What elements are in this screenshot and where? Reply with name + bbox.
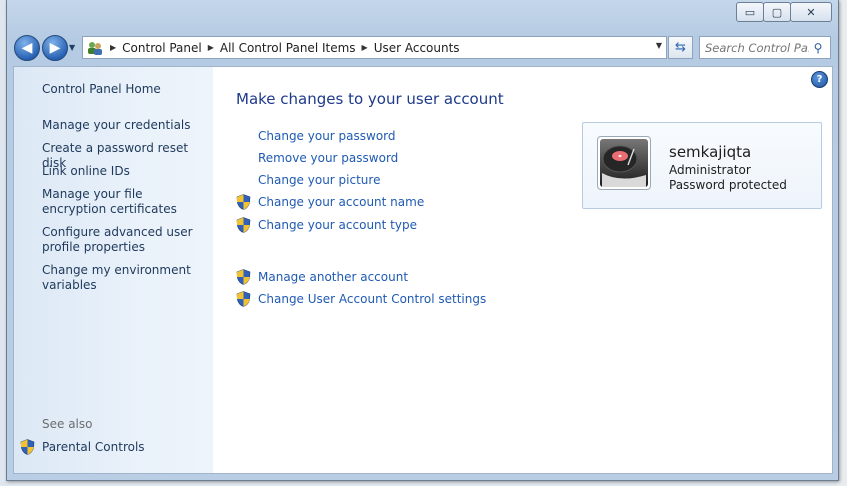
breadcrumb-user-accounts[interactable]: User Accounts	[374, 41, 460, 55]
breadcrumb-separator-icon[interactable]: ▶	[110, 43, 116, 52]
minimize-icon: ▭	[744, 5, 756, 19]
uac-shield-icon	[236, 269, 251, 288]
breadcrumb-separator-icon[interactable]: ▶	[208, 43, 214, 52]
change-password-link[interactable]: Change your password	[258, 129, 396, 143]
address-dropdown-icon[interactable]: ▼	[656, 41, 662, 50]
file-encryption-link[interactable]: Manage your file encryption certificates	[42, 187, 207, 217]
search-input[interactable]	[700, 40, 809, 55]
account-card: semkajiqta Administrator Password protec…	[582, 122, 822, 209]
close-icon: ✕	[806, 5, 816, 19]
recent-pages-dropdown[interactable]: ▼	[69, 43, 75, 52]
minimize-button[interactable]: ▭	[736, 2, 764, 22]
avatar[interactable]	[597, 136, 651, 190]
uac-settings-link[interactable]: Change User Account Control settings	[258, 292, 486, 306]
turntable-picture-icon	[600, 139, 648, 187]
navigation-bar: ◀ ▶ ▼ ▶ Control Panel ▶ All Control Pane…	[7, 33, 838, 63]
uac-shield-icon	[20, 439, 35, 455]
forward-button[interactable]: ▶	[42, 35, 68, 61]
see-also-label: See also	[42, 417, 93, 431]
search-icon[interactable]: ⚲	[809, 41, 827, 55]
search-box[interactable]: ⚲	[699, 36, 831, 59]
maximize-icon: ▢	[771, 5, 783, 19]
account-name: semkajiqta	[669, 143, 752, 161]
change-account-name-link[interactable]: Change your account name	[258, 195, 424, 209]
address-bar[interactable]: ▶ Control Panel ▶ All Control Panel Item…	[82, 36, 667, 59]
control-panel-home-link[interactable]: Control Panel Home	[42, 82, 207, 97]
users-icon	[86, 40, 104, 56]
title-bar[interactable]: ▭ ▢ ✕	[7, 0, 838, 28]
change-account-type-link[interactable]: Change your account type	[258, 218, 417, 232]
task-sidebar: Control Panel Home Manage your credentia…	[14, 67, 213, 473]
maximize-button[interactable]: ▢	[763, 2, 791, 22]
caption-buttons: ▭ ▢ ✕	[736, 2, 832, 22]
uac-shield-icon	[236, 194, 251, 213]
manage-another-account-link[interactable]: Manage another account	[258, 270, 408, 284]
breadcrumb-all-items[interactable]: All Control Panel Items	[220, 41, 356, 55]
user-accounts-window: ▭ ▢ ✕ ◀ ▶ ▼ ▶ Control Panel ▶ All Contro…	[6, 0, 839, 481]
manage-credentials-link[interactable]: Manage your credentials	[42, 118, 207, 133]
uac-shield-icon	[236, 291, 251, 310]
close-button[interactable]: ✕	[790, 2, 832, 22]
help-icon: ?	[816, 74, 823, 85]
refresh-button[interactable]: ⇆	[668, 36, 693, 59]
refresh-icon: ⇆	[675, 40, 686, 55]
page-title: Make changes to your user account	[236, 90, 504, 108]
change-picture-link[interactable]: Change your picture	[258, 173, 380, 187]
environment-variables-link[interactable]: Change my environment variables	[42, 263, 207, 293]
breadcrumb-separator-icon[interactable]: ▶	[362, 43, 368, 52]
link-online-ids-link[interactable]: Link online IDs	[42, 164, 207, 179]
remove-password-link[interactable]: Remove your password	[258, 151, 398, 165]
back-arrow-icon: ◀	[21, 40, 33, 56]
forward-arrow-icon: ▶	[49, 40, 61, 56]
parental-controls-link[interactable]: Parental Controls	[42, 440, 207, 455]
breadcrumb-control-panel[interactable]: Control Panel	[122, 41, 202, 55]
help-button[interactable]: ?	[811, 71, 828, 88]
advanced-profile-link[interactable]: Configure advanced user profile properti…	[42, 225, 207, 255]
back-button[interactable]: ◀	[14, 35, 40, 61]
content-pane: Control Panel Home Manage your credentia…	[13, 66, 833, 474]
account-role: Administrator	[669, 163, 751, 177]
uac-shield-icon	[236, 217, 251, 236]
account-status: Password protected	[669, 178, 787, 192]
